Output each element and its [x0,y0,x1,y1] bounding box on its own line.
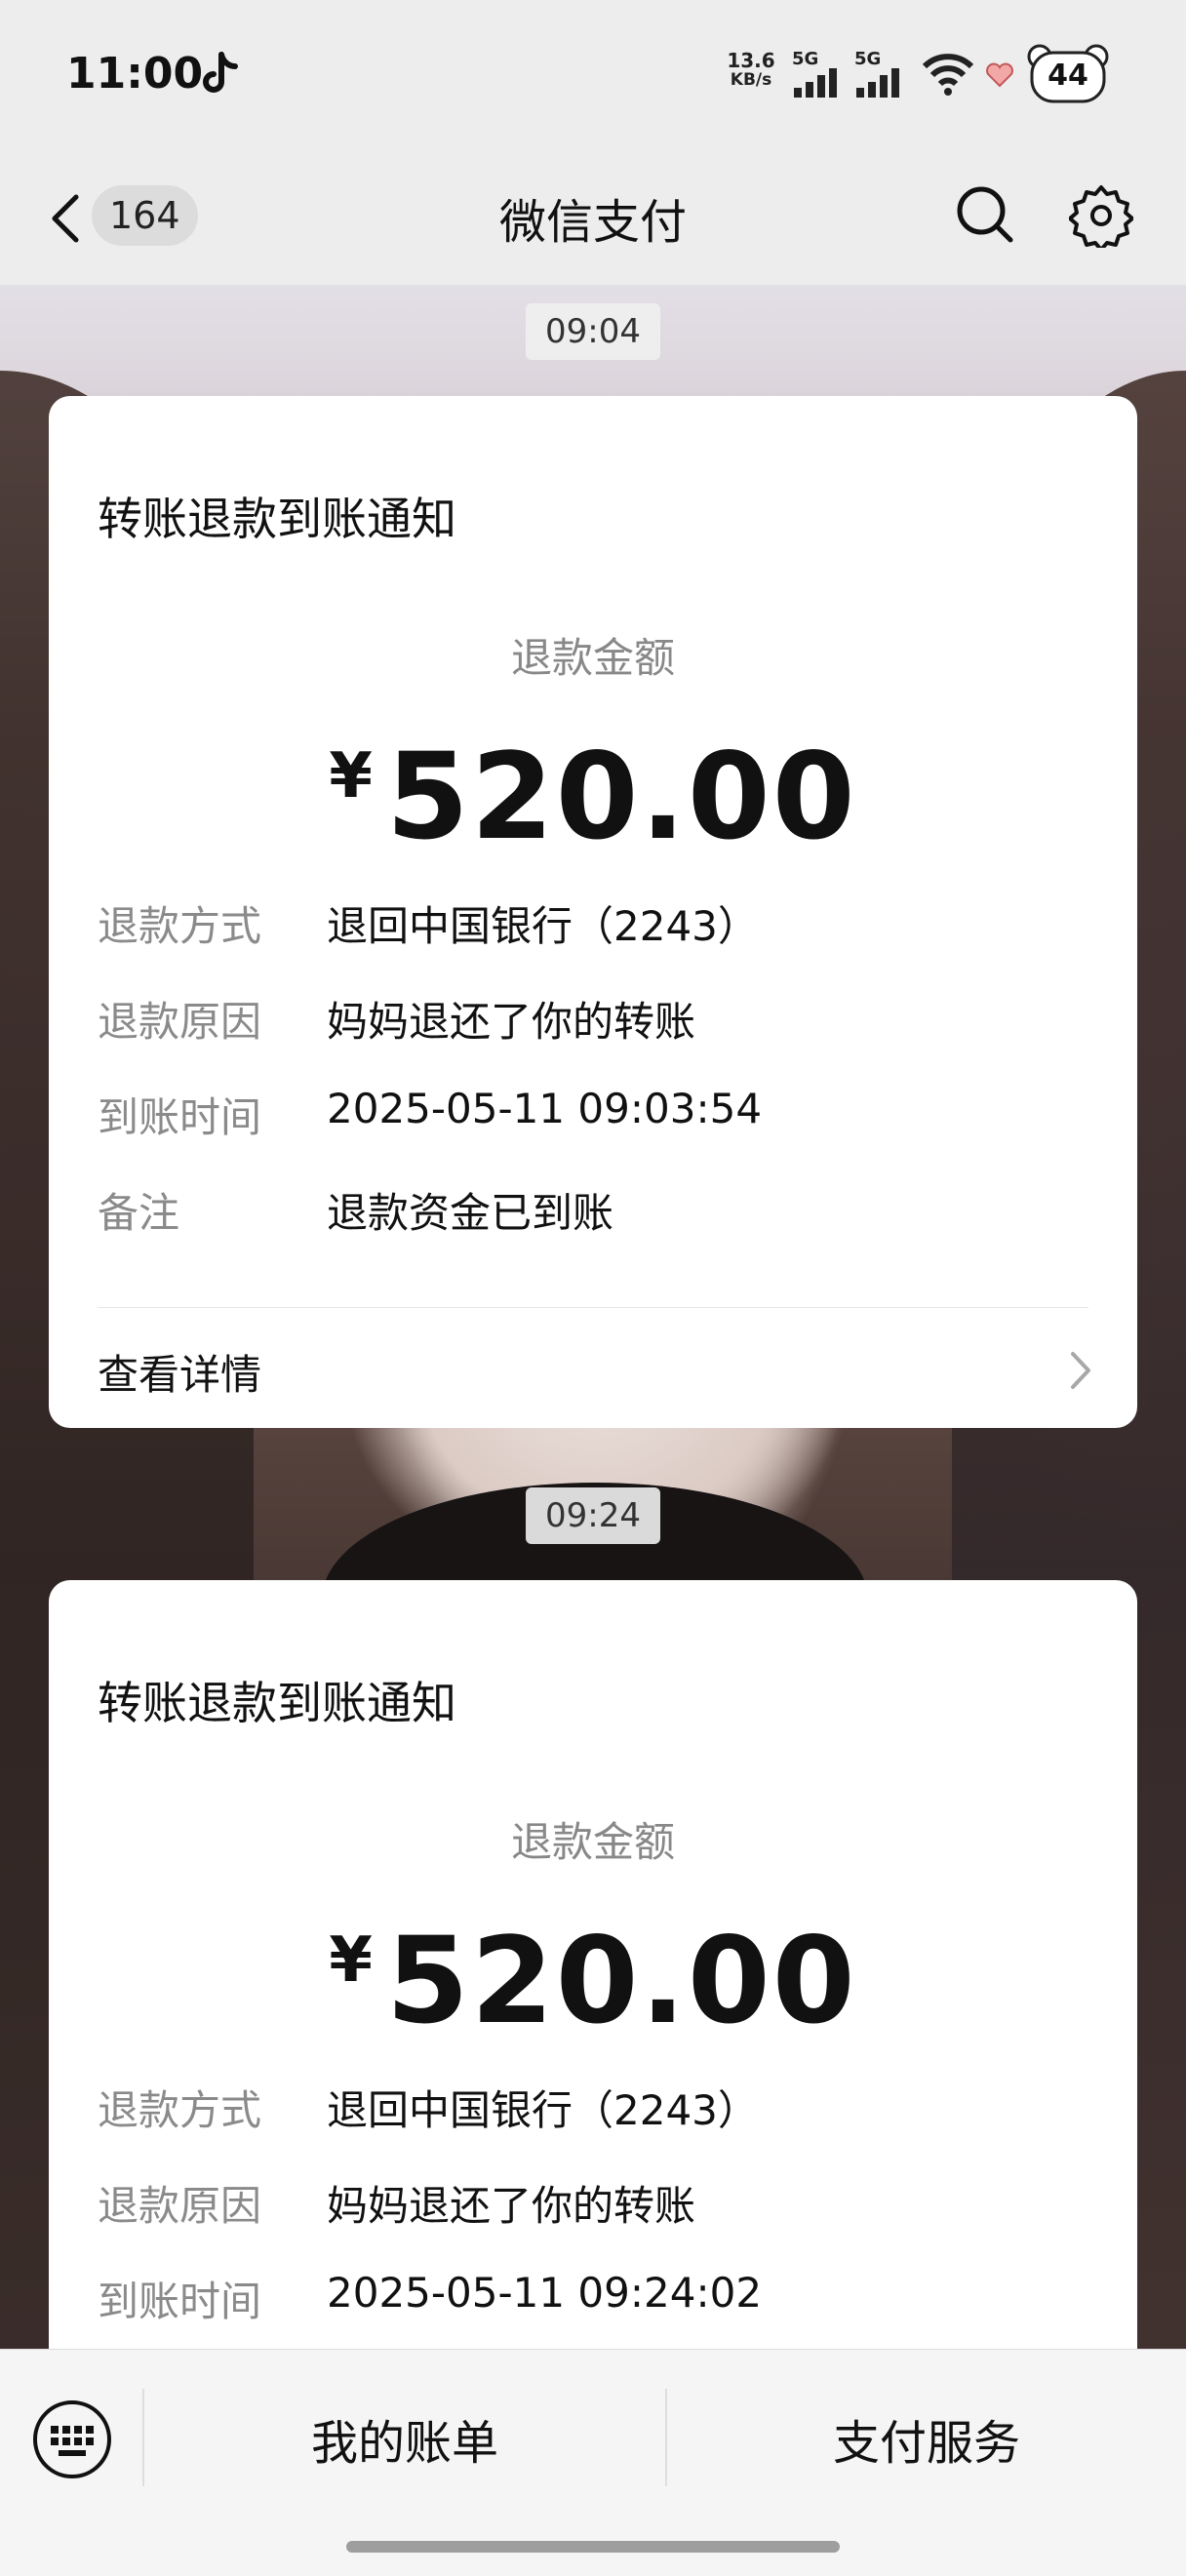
row-label: 退款方式 [98,902,262,950]
amount-value: 520.00 [385,1912,857,2050]
status-bar: 11:00 13.6 KB/s 5G 5G 44 [0,0,1186,156]
message-timestamp: 09:24 [526,1487,660,1544]
message-timestamp: 09:04 [526,303,660,360]
currency-symbol: ¥ [329,1924,373,1997]
row-label: 到账时间 [98,1093,262,1141]
amount-value: 520.00 [385,728,857,866]
amount-label: 退款金额 [510,634,675,682]
card-divider [98,1307,1088,1308]
search-icon[interactable] [954,183,1016,246]
card-title: 转账退款到账通知 [98,493,456,545]
refund-amount: ¥520.00 [49,728,1137,866]
card-title: 转账退款到账通知 [98,1677,456,1729]
refund-notification-card[interactable]: 转账退款到账通知 退款金额 ¥520.00 退款方式 退回中国银行（2243） … [49,1580,1137,2399]
chevron-right-icon[interactable] [1067,1348,1094,1393]
row-label: 退款方式 [98,2086,262,2134]
row-value: 2025-05-11 09:03:54 [327,1085,763,1132]
network-speed: 13.6 KB/s [727,49,775,90]
battery-indicator: 44 [1026,43,1110,107]
wifi-icon [922,54,974,96]
tiktok-icon [203,52,238,93]
amount-label: 退款金额 [510,1818,675,1866]
bottom-menu-bar: 我的账单 支付服务 [0,2349,1186,2576]
row-label: 备注 [98,1189,180,1237]
heart-icon [986,62,1013,88]
row-value: 退款资金已到账 [327,1189,614,1237]
refund-notification-card[interactable]: 转账退款到账通知 退款金额 ¥520.00 退款方式 退回中国银行（2243） … [49,396,1137,1428]
row-value: 2025-05-11 09:24:02 [327,2269,763,2317]
currency-symbol: ¥ [329,740,373,812]
row-value: 妈妈退还了你的转账 [327,998,696,1046]
status-time: 11:00 [66,49,204,99]
row-value: 退回中国银行（2243） [327,2086,759,2134]
home-indicator[interactable] [346,2541,840,2553]
row-label: 到账时间 [98,2278,262,2325]
refund-amount: ¥520.00 [49,1912,1137,2050]
nav-bar: 164 微信支付 [0,156,1186,285]
row-label: 退款原因 [98,998,262,1046]
menu-payment-services[interactable]: 支付服务 [667,2404,1186,2473]
keyboard-icon[interactable] [31,2398,113,2480]
view-details-link[interactable]: 查看详情 [98,1342,261,1402]
signal-5g-1: 5G [792,51,843,101]
signal-5g-2: 5G [854,51,905,101]
signal-bars-icon [856,68,899,98]
row-value: 退回中国银行（2243） [327,902,759,950]
row-value: 妈妈退还了你的转账 [327,2182,696,2230]
gear-icon[interactable] [1069,183,1133,248]
menu-my-bills[interactable]: 我的账单 [144,2404,665,2473]
signal-bars-icon [794,68,837,98]
row-label: 退款原因 [98,2182,262,2230]
